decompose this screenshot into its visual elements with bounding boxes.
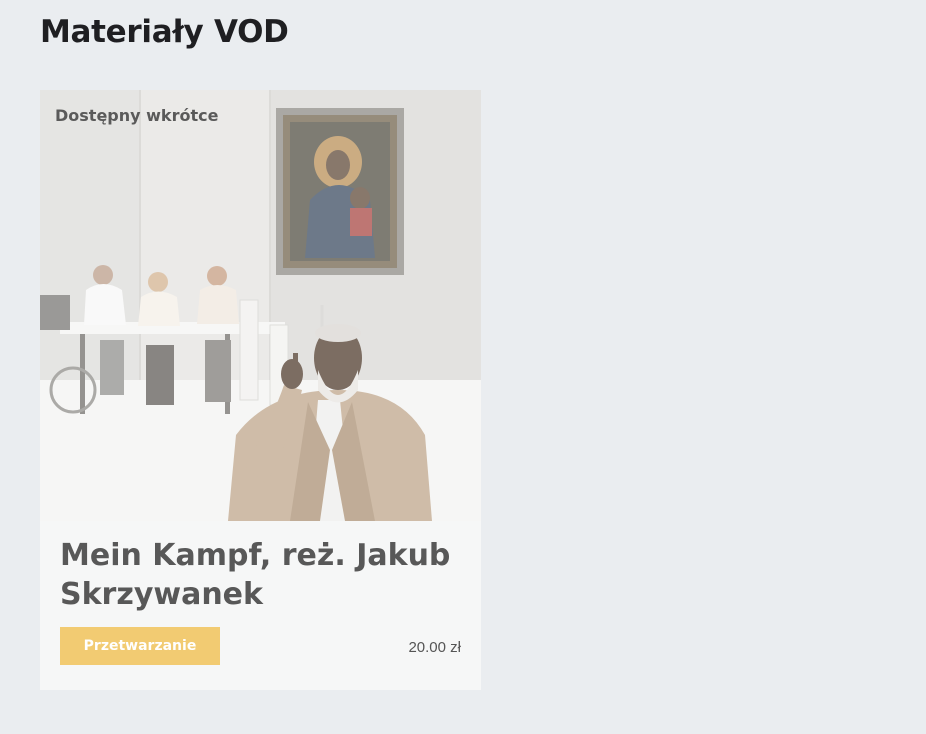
- page-title: Materiały VOD: [40, 14, 289, 50]
- vod-card[interactable]: Dostępny wkrótce Mein Kampf, reż. Jakub …: [40, 90, 481, 690]
- vod-title[interactable]: Mein Kampf, reż. Jakub Skrzywanek: [60, 536, 460, 614]
- price-label: 20.00 zł: [408, 639, 461, 656]
- processing-status-button[interactable]: Przetwarzanie: [60, 627, 220, 665]
- vod-thumbnail[interactable]: Dostępny wkrótce: [40, 90, 481, 521]
- stage-photo: [40, 90, 481, 521]
- availability-badge: Dostępny wkrótce: [55, 106, 219, 125]
